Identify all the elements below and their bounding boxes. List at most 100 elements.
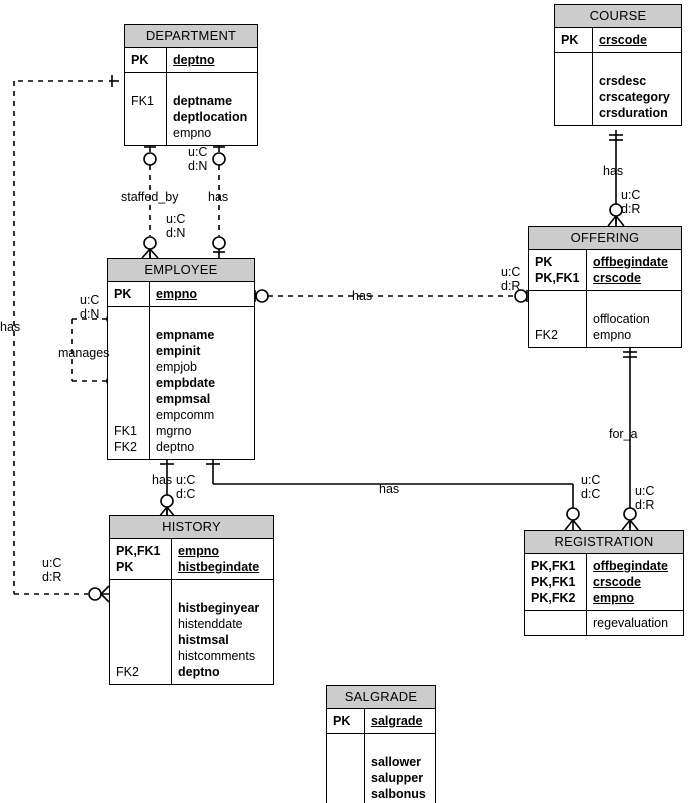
key-cell	[116, 600, 167, 616]
entity-department[interactable]: DEPARTMENT PK deptno FK1 deptname deptlo…	[124, 24, 258, 146]
attr-cell: crscategory	[599, 90, 670, 104]
relationship-label-for-a: for_a	[609, 427, 638, 441]
er-diagram-canvas: DEPARTMENT PK deptno FK1 deptname deptlo…	[0, 0, 690, 803]
rule-label-emp-registration-uc: u:C	[581, 473, 601, 487]
attr-column-employee: empname empinit empjob empbdate empmsal …	[150, 307, 254, 459]
relationship-label-emp-has-registration: has	[379, 482, 400, 496]
key-cell	[114, 327, 145, 343]
key-cell: PK	[131, 53, 149, 67]
entity-pk-section-history: PK,FK1 PK empno histbegindate	[110, 539, 273, 580]
attr-cell: histcomments	[178, 649, 256, 663]
key-cell: PK,FK1	[531, 575, 576, 589]
attr-cell: histenddate	[178, 617, 243, 631]
rule-label-staffedby-uc: u:C	[166, 212, 186, 226]
entity-attr-section-course: crsdesc crscategory crsduration	[555, 53, 681, 125]
entity-employee[interactable]: EMPLOYEE PK empno FK1 FK2 empname empini…	[107, 258, 255, 460]
key-cell	[333, 754, 360, 770]
relationship-label-manages: manages	[58, 346, 110, 360]
attr-cell: deptno	[173, 53, 215, 67]
attr-key-column-history: FK2	[110, 580, 172, 684]
rule-label-manages-uc: u:C	[80, 293, 100, 307]
entity-attr-section-offering: FK2 offlocation empno	[529, 291, 681, 347]
entity-pk-section-offering: PK PK,FK1 offbegindate crscode	[529, 250, 681, 291]
relationship-label-course-has-offering: has	[603, 164, 624, 178]
attr-cell: crscode	[599, 33, 647, 47]
attr-cell-spacer	[599, 57, 675, 73]
attr-cell: crscode	[593, 575, 641, 589]
attr-cell: offbegindate	[593, 255, 668, 269]
attr-cell: empno	[593, 328, 632, 342]
attr-cell: empcomm	[156, 408, 215, 422]
attr-cell: sallower	[371, 755, 422, 769]
rule-label-emp-registration-dc: d:C	[581, 487, 601, 501]
pk-key-column-department: PK	[125, 48, 167, 72]
key-cell: FK2	[114, 440, 137, 454]
rule-label-staffedby-has-uc: u:C	[188, 145, 208, 159]
entity-course[interactable]: COURSE PK crscode crsdesc crscategory cr…	[554, 4, 682, 126]
key-cell: PK	[535, 255, 553, 269]
pk-attr-column-history: empno histbegindate	[172, 539, 273, 579]
entity-registration[interactable]: REGISTRATION PK,FK1 PK,FK1 PK,FK2 offbeg…	[524, 530, 684, 636]
entity-attr-section-history: FK2 histbeginyear histenddate histmsal h…	[110, 580, 273, 684]
attr-cell-spacer	[593, 295, 675, 311]
entity-history[interactable]: HISTORY PK,FK1 PK empno histbegindate FK…	[109, 515, 274, 685]
attr-key-column-course	[555, 53, 593, 125]
entity-pk-section-course: PK crscode	[555, 28, 681, 53]
entity-title-offering: OFFERING	[529, 227, 681, 250]
attr-cell-spacer	[156, 311, 248, 327]
rule-label-course-offering-uc: u:C	[621, 188, 641, 202]
key-cell	[561, 105, 588, 121]
entity-attr-section-employee: FK1 FK2 empname empinit empjob empbdate …	[108, 307, 254, 459]
key-cell	[531, 615, 582, 631]
attr-cell: histbegindate	[178, 560, 260, 574]
key-cell	[114, 391, 145, 407]
attr-cell: deptno	[178, 665, 220, 679]
pk-attr-column-salgrade: salgrade	[365, 709, 435, 733]
attr-column-salgrade: sallower salupper salbonus	[365, 734, 435, 803]
attr-cell: salgrade	[371, 714, 423, 728]
attr-cell: deptlocation	[173, 110, 248, 124]
attr-cell: crsdesc	[599, 74, 647, 88]
key-cell	[114, 407, 145, 423]
rule-label-staffedby-has-dn: d:N	[188, 159, 208, 173]
pk-attr-column-offering: offbegindate crscode	[587, 250, 681, 290]
rule-label-course-offering-dr: d:R	[621, 202, 641, 216]
entity-salgrade[interactable]: SALGRADE PK salgrade sallower salupper s…	[326, 685, 436, 803]
key-cell: FK2	[535, 328, 558, 342]
key-cell: PK,FK2	[531, 591, 576, 605]
entity-title-salgrade: SALGRADE	[327, 686, 435, 709]
attr-column-course: crsdesc crscategory crsduration	[593, 53, 681, 125]
entity-pk-section-employee: PK empno	[108, 282, 254, 307]
pk-key-column-salgrade: PK	[327, 709, 365, 733]
attr-cell: mgrno	[156, 424, 192, 438]
attr-cell: deptno	[156, 440, 195, 454]
rule-label-emp-history-dc: d:C	[176, 487, 196, 501]
key-cell: PK	[561, 33, 579, 47]
entity-title-employee: EMPLOYEE	[108, 259, 254, 282]
entity-offering[interactable]: OFFERING PK PK,FK1 offbegindate crscode …	[528, 226, 682, 348]
key-cell-spacer	[114, 311, 145, 327]
entity-pk-section-registration: PK,FK1 PK,FK1 PK,FK2 offbegindate crscod…	[525, 554, 683, 611]
attr-cell: salupper	[371, 771, 424, 785]
attr-cell: offbegindate	[593, 559, 668, 573]
key-cell-spacer	[131, 77, 162, 93]
key-cell	[116, 648, 167, 664]
key-cell-spacer	[333, 738, 360, 754]
attr-column-department: deptname deptlocation empno	[167, 73, 257, 145]
attr-cell: empno	[178, 544, 219, 558]
key-cell: FK1	[114, 424, 137, 438]
key-cell	[333, 786, 360, 802]
key-cell	[561, 73, 588, 89]
entity-pk-section-department: PK deptno	[125, 48, 257, 73]
relationship-label-emp-has-history: has	[152, 473, 173, 487]
rule-label-emp-offering-dr: d:R	[501, 279, 521, 293]
rule-label-emp-history-uc: u:C	[176, 473, 196, 487]
pk-key-column-course: PK	[555, 28, 593, 52]
attr-cell: deptname	[173, 94, 233, 108]
rule-label-manages-dn: d:N	[80, 307, 100, 321]
rule-label-staffedby-dn: d:N	[166, 226, 186, 240]
entity-pk-section-salgrade: PK salgrade	[327, 709, 435, 734]
attr-column-registration: regevaluation	[587, 611, 683, 635]
pk-key-column-registration: PK,FK1 PK,FK1 PK,FK2	[525, 554, 587, 610]
entity-attr-section-salgrade: sallower salupper salbonus	[327, 734, 435, 803]
